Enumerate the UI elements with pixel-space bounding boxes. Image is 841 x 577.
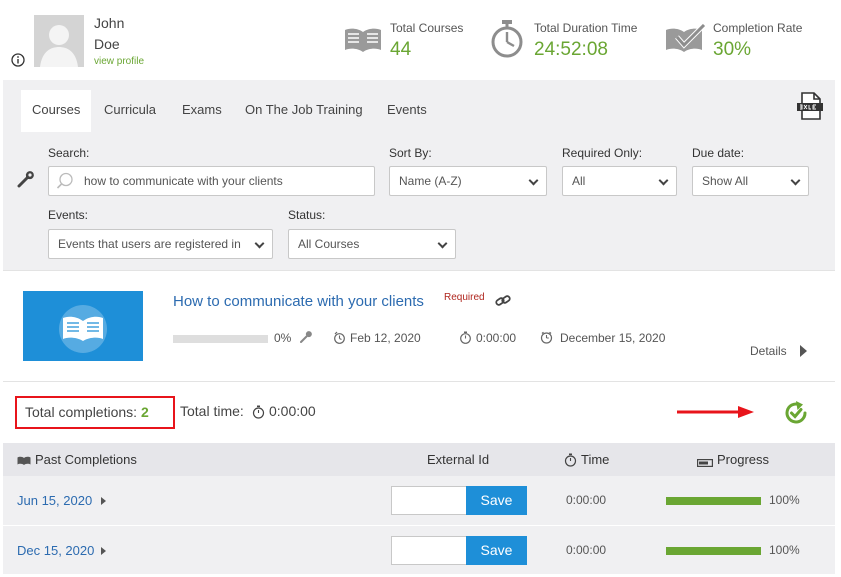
completion-progress-percent: 100% — [769, 543, 800, 557]
sort-label: Sort By: — [389, 146, 432, 160]
course-title-link[interactable]: How to communicate with your clients — [173, 293, 424, 310]
chevron-down-icon — [254, 238, 265, 249]
completion-time: 0:00:00 — [566, 493, 607, 507]
total-time-label: Total time: — [180, 403, 244, 419]
search-label: Search: — [48, 146, 90, 160]
tab-curricula[interactable]: Curricula — [104, 90, 156, 132]
search-icon — [56, 172, 74, 195]
course-start-date: Feb 12, 2020 — [350, 331, 421, 345]
progress-header: Progress — [717, 452, 770, 467]
status-select[interactable]: All Courses — [288, 229, 456, 259]
link-icon[interactable] — [495, 294, 511, 311]
due-date-label: Due date: — [692, 146, 745, 160]
view-profile-link[interactable]: view profile — [94, 56, 144, 67]
caret-right-icon[interactable] — [800, 345, 807, 357]
progress-bar-icon — [697, 455, 714, 470]
events-label: Events: — [48, 208, 89, 222]
required-only-label: Required Only: — [562, 146, 643, 160]
open-book-icon — [343, 26, 383, 57]
total-completions-highlight: Total completions: 2 — [15, 396, 175, 429]
duration-value: 24:52:08 — [534, 39, 608, 60]
tab-courses[interactable]: Courses — [21, 90, 92, 132]
wrench-icon — [300, 331, 312, 346]
completion-date-link[interactable]: Jun 15, 2020 — [17, 493, 92, 508]
tab-on-the-job-training[interactable]: On The Job Training — [245, 90, 363, 132]
chevron-down-icon — [790, 175, 801, 186]
chevron-down-icon — [658, 175, 669, 186]
completion-time: 0:00:00 — [566, 543, 607, 557]
total-time-value: 0:00:00 — [269, 403, 316, 419]
required-badge: Required — [444, 292, 485, 303]
chevron-down-icon — [437, 238, 448, 249]
caret-right-icon[interactable] — [101, 497, 106, 505]
required-only-select[interactable]: All — [562, 166, 677, 196]
course-progress-bar — [173, 335, 268, 343]
filter-panel: Courses Curricula Exams On The Job Train… — [3, 80, 835, 270]
tab-events[interactable]: Events — [387, 90, 427, 132]
table-row: Dec 15, 2020 Save 0:00:00 100% — [3, 525, 835, 574]
course-thumbnail[interactable] — [23, 291, 143, 361]
user-first-name: John — [94, 15, 125, 31]
completion-progress-bar — [666, 547, 761, 555]
course-due-date: December 15, 2020 — [560, 331, 666, 345]
user-last-name: Doe — [94, 36, 120, 52]
external-id-input[interactable] — [391, 536, 467, 565]
red-arrow-annotation — [676, 404, 756, 423]
table-row: Jun 15, 2020 Save 0:00:00 100% — [3, 476, 835, 525]
completion-progress-bar — [666, 497, 761, 505]
caret-right-icon[interactable] — [101, 547, 106, 555]
stopwatch-icon — [459, 331, 472, 347]
due-clock-icon — [540, 331, 553, 347]
details-link[interactable]: Details — [750, 344, 787, 358]
total-completions-value: 2 — [140, 404, 149, 420]
info-icon[interactable] — [11, 53, 25, 70]
stopwatch-icon — [490, 19, 524, 62]
save-button[interactable]: Save — [466, 536, 527, 565]
course-card: How to communicate with your clients Req… — [3, 270, 835, 382]
wrench-icon[interactable] — [17, 170, 35, 191]
external-id-input[interactable] — [391, 486, 467, 515]
completion-label: Completion Rate — [713, 21, 803, 35]
total-completions: Total completions: 2 — [25, 404, 149, 420]
profile-header: John Doe view profile Total Courses 44 T… — [0, 0, 841, 80]
events-select-value: Events that users are registered in — [58, 237, 241, 251]
avatar[interactable] — [34, 15, 84, 67]
total-courses-label: Total Courses — [390, 21, 464, 35]
external-id-header: External Id — [427, 452, 490, 467]
required-only-value: All — [572, 174, 586, 188]
course-progress-percent: 0% — [274, 331, 292, 345]
save-button[interactable]: Save — [466, 486, 527, 515]
chevron-down-icon — [528, 175, 539, 186]
tab-exams[interactable]: Exams — [182, 90, 222, 132]
refresh-check-icon[interactable] — [783, 400, 809, 429]
due-date-value: Show All — [702, 174, 749, 188]
completion-date-link[interactable]: Dec 15, 2020 — [17, 543, 94, 558]
history-icon — [17, 454, 31, 469]
total-completions-label: Total completions: — [25, 404, 138, 420]
completion-progress-percent: 100% — [769, 493, 800, 507]
search-input[interactable]: how to communicate with your clients — [48, 166, 375, 196]
status-label: Status: — [288, 208, 326, 222]
due-date-select[interactable]: Show All — [692, 166, 809, 196]
stopwatch-icon — [564, 453, 577, 470]
book-check-icon — [664, 23, 708, 57]
completions-table-header: Past Completions External Id Time Progre… — [3, 443, 835, 476]
total-courses-value: 44 — [390, 39, 412, 60]
status-select-value: All Courses — [298, 237, 360, 251]
events-select[interactable]: Events that users are registered in — [48, 229, 273, 259]
stopwatch-icon — [252, 405, 265, 422]
start-timer-icon — [333, 331, 346, 347]
course-duration: 0:00:00 — [476, 331, 517, 345]
sort-select[interactable]: Name (A-Z) — [389, 166, 547, 196]
time-header: Time — [581, 452, 610, 467]
completion-value: 30% — [713, 39, 752, 60]
sort-select-value: Name (A-Z) — [399, 174, 462, 188]
duration-label: Total Duration Time — [534, 21, 638, 35]
past-completions-header: Past Completions — [35, 452, 137, 467]
search-input-value: how to communicate with your clients — [84, 174, 283, 188]
excel-export-icon[interactable] — [796, 92, 824, 123]
